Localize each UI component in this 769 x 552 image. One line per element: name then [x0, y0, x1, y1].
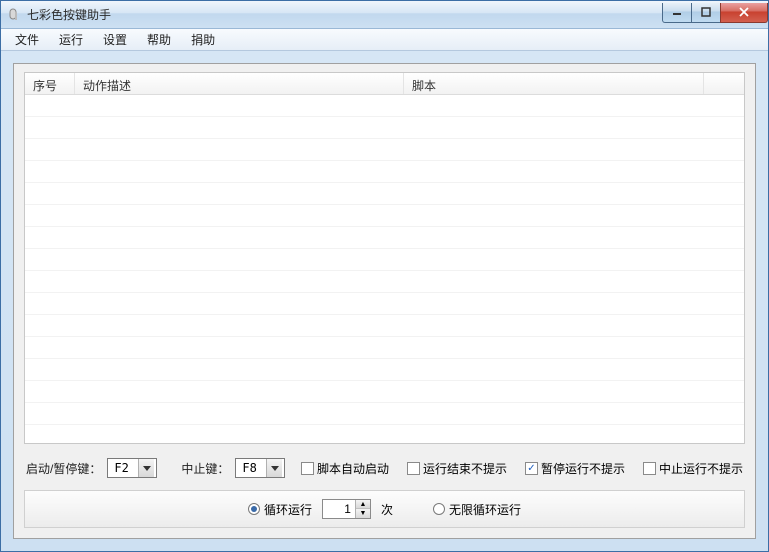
app-window: 七彩色按键助手 文件 运行 设置 帮助 捐助 序号 动作描述 脚本 — [0, 0, 769, 552]
infinite-loop-label: 无限循环运行 — [449, 501, 521, 518]
pause-no-prompt-checkbox[interactable]: ✓ 暂停运行不提示 — [525, 460, 625, 477]
chevron-down-icon — [266, 459, 282, 477]
checkbox-box — [301, 462, 314, 475]
stop-key-value: F8 — [238, 461, 266, 475]
loop-count-spinner[interactable]: ▲ ▼ — [322, 499, 371, 519]
minimize-button[interactable] — [662, 3, 692, 23]
pause-no-prompt-label: 暂停运行不提示 — [541, 460, 625, 477]
checkbox-box: ✓ — [525, 462, 538, 475]
times-label: 次 — [381, 501, 393, 518]
spinner-down-button[interactable]: ▼ — [356, 509, 370, 518]
th-extra[interactable] — [704, 73, 744, 94]
menubar: 文件 运行 设置 帮助 捐助 — [1, 29, 768, 51]
table-header: 序号 动作描述 脚本 — [25, 73, 744, 95]
end-no-prompt-label: 运行结束不提示 — [423, 460, 507, 477]
stop-no-prompt-checkbox[interactable]: 中止运行不提示 — [643, 460, 743, 477]
th-script[interactable]: 脚本 — [404, 73, 704, 94]
menu-run[interactable]: 运行 — [49, 28, 93, 51]
checkbox-box — [643, 462, 656, 475]
th-index[interactable]: 序号 — [25, 73, 75, 94]
window-title: 七彩色按键助手 — [27, 6, 663, 23]
window-controls — [663, 3, 768, 23]
checkbox-box — [407, 462, 420, 475]
loop-count-input[interactable] — [323, 500, 355, 518]
stop-no-prompt-label: 中止运行不提示 — [659, 460, 743, 477]
maximize-button[interactable] — [691, 3, 721, 23]
end-no-prompt-checkbox[interactable]: 运行结束不提示 — [407, 460, 507, 477]
start-pause-key-label: 启动/暂停键： — [26, 460, 101, 477]
stop-key-label: 中止键： — [181, 460, 229, 477]
menu-settings[interactable]: 设置 — [93, 28, 137, 51]
start-pause-key-value: F2 — [110, 461, 138, 475]
controls-row: 启动/暂停键： F2 中止键： F8 — [24, 458, 745, 478]
auto-start-label: 脚本自动启动 — [317, 460, 389, 477]
action-table[interactable]: 序号 动作描述 脚本 — [24, 72, 745, 444]
chevron-down-icon — [138, 459, 154, 477]
titlebar[interactable]: 七彩色按键助手 — [1, 1, 768, 29]
menu-file[interactable]: 文件 — [5, 28, 49, 51]
menu-help[interactable]: 帮助 — [137, 28, 181, 51]
loop-bar: 循环运行 ▲ ▼ 次 无限循环运行 — [24, 490, 745, 528]
stop-key-select[interactable]: F8 — [235, 458, 285, 478]
loop-run-label: 循环运行 — [264, 501, 312, 518]
radio-box — [248, 503, 260, 515]
radio-box — [433, 503, 445, 515]
th-action-desc[interactable]: 动作描述 — [75, 73, 404, 94]
menu-donate[interactable]: 捐助 — [181, 28, 225, 51]
table-body[interactable] — [25, 95, 744, 443]
app-icon — [7, 7, 23, 23]
body-area: 序号 动作描述 脚本 启动/暂停键： F2 中止键： — [1, 51, 768, 551]
loop-run-radio[interactable]: 循环运行 ▲ ▼ 次 — [248, 499, 393, 519]
spinner-up-button[interactable]: ▲ — [356, 500, 370, 509]
auto-start-checkbox[interactable]: 脚本自动启动 — [301, 460, 389, 477]
inner-panel: 序号 动作描述 脚本 启动/暂停键： F2 中止键： — [13, 63, 756, 539]
close-button[interactable] — [720, 3, 768, 23]
infinite-loop-radio[interactable]: 无限循环运行 — [433, 501, 521, 518]
start-pause-key-select[interactable]: F2 — [107, 458, 157, 478]
